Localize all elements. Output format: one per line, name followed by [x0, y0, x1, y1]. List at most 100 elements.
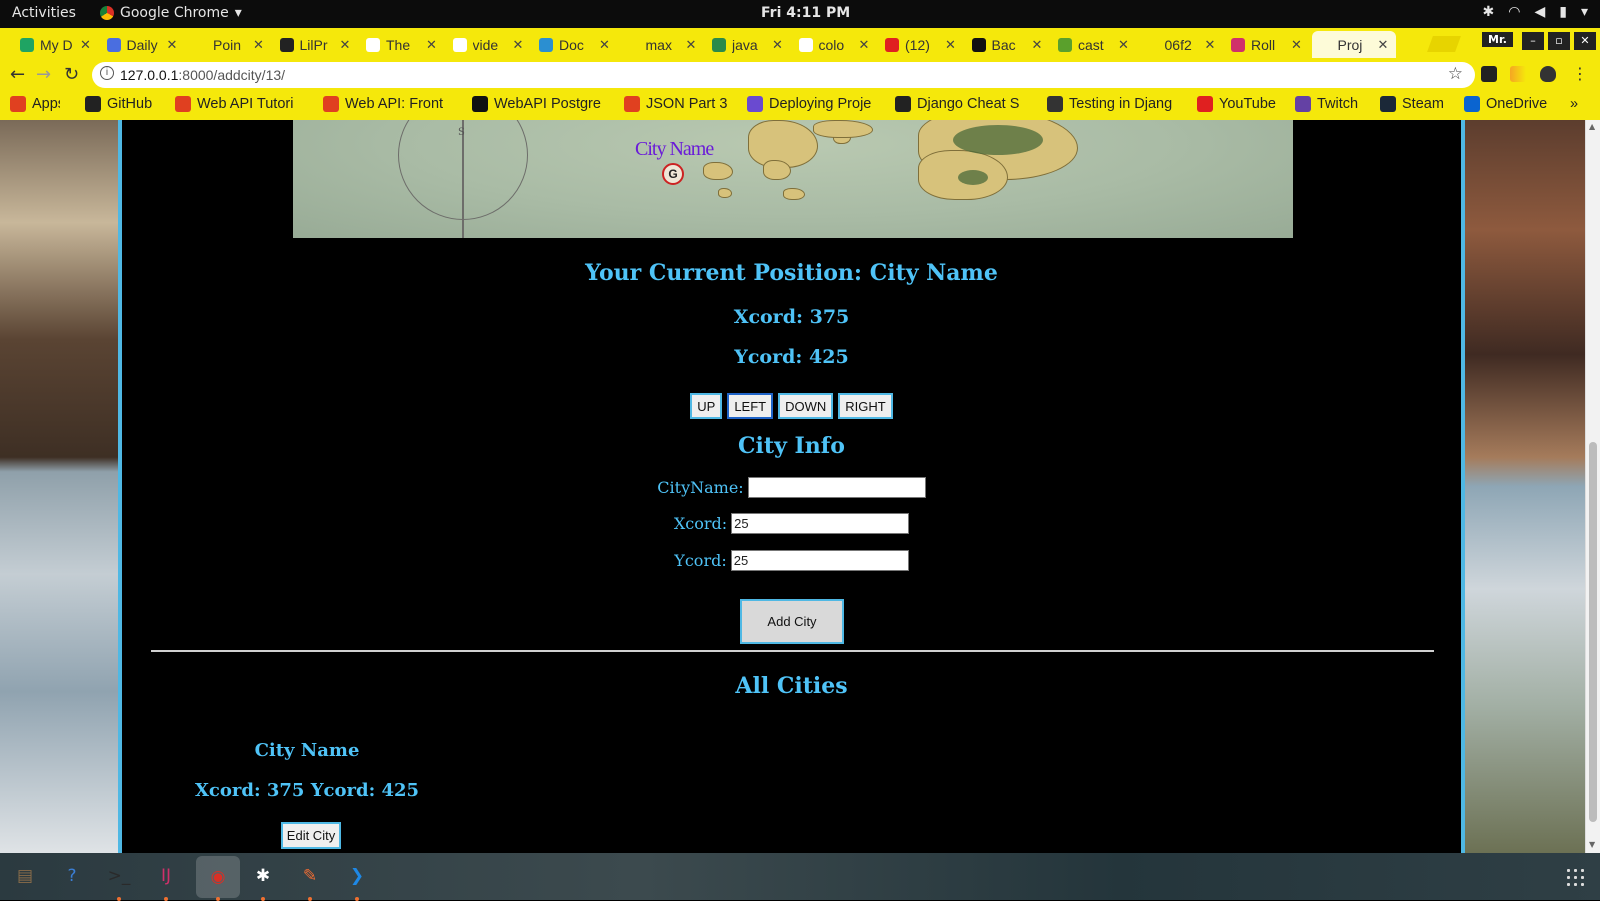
tab-close-icon[interactable]: ✕ — [772, 37, 783, 53]
tab-title: java — [732, 36, 758, 53]
bookmark-testing-in-djang[interactable]: Testing in Djang — [1047, 96, 1172, 112]
tab-13[interactable]: cast ✕ — [1052, 31, 1136, 58]
bookmark-apps[interactable]: Apps — [10, 96, 60, 112]
tab-close-icon[interactable]: ✕ — [1205, 37, 1216, 53]
tab-9[interactable]: java ✕ — [706, 31, 790, 58]
activities-button[interactable]: Activities — [12, 5, 76, 21]
postman-icon[interactable]: ✎ — [295, 861, 325, 891]
chevron-down-icon[interactable]: ▾ — [1581, 4, 1588, 20]
tab-12[interactable]: Bac ✕ — [966, 31, 1050, 58]
new-tab-button[interactable] — [1427, 36, 1461, 52]
tab-close-icon[interactable]: ✕ — [80, 37, 91, 53]
tab-close-icon[interactable]: ✕ — [599, 37, 610, 53]
bookmark-web-api-front[interactable]: Web API: Front — [323, 96, 443, 112]
background-image-right — [1465, 120, 1585, 853]
tab-16[interactable]: Proj ✕ — [1311, 31, 1396, 58]
bookmark-onedrive[interactable]: OneDrive — [1464, 96, 1547, 112]
page-icon — [625, 37, 640, 52]
edit-city-button[interactable]: Edit City — [281, 822, 341, 849]
clock[interactable]: Fri 4:11 PM — [761, 5, 850, 21]
scroll-up-icon[interactable]: ▲ — [1589, 122, 1595, 131]
tab-8[interactable]: max ✕ — [620, 31, 704, 58]
bookmark-webapi-postgre[interactable]: WebAPI Postgre — [472, 96, 601, 112]
tab-close-icon[interactable]: ✕ — [513, 37, 524, 53]
cityname-input[interactable] — [747, 477, 926, 498]
google-icon — [452, 37, 467, 52]
battery-icon[interactable]: ▮ — [1559, 4, 1567, 20]
more-bookmarks-icon[interactable]: » — [1570, 96, 1578, 112]
tab-2[interactable]: Daily ✕ — [101, 31, 185, 58]
site-info-icon[interactable]: i — [100, 66, 114, 80]
terminal-icon[interactable]: >_ — [104, 861, 134, 891]
tab-close-icon[interactable]: ✕ — [253, 37, 264, 53]
tab-close-icon[interactable]: ✕ — [686, 37, 697, 53]
back-arrow-icon[interactable]: ← — [10, 64, 25, 85]
shield-extension-icon[interactable] — [1540, 66, 1556, 82]
bookmark-json-part-3[interactable]: JSON Part 3 — [624, 96, 727, 112]
add-city-button[interactable]: Add City — [740, 599, 844, 644]
scroll-down-icon[interactable]: ▼ — [1589, 840, 1595, 849]
profile-button[interactable]: Mr. — [1482, 32, 1513, 47]
bookmark-twitch[interactable]: Twitch — [1295, 96, 1358, 112]
tab-1[interactable]: My D ✕ — [14, 31, 98, 58]
tab-close-icon[interactable]: ✕ — [1118, 37, 1129, 53]
show-applications-icon[interactable] — [1565, 867, 1585, 887]
tab-close-icon[interactable]: ✕ — [1378, 37, 1389, 53]
bookmark-github[interactable]: GitHub — [85, 96, 152, 112]
tab-close-icon[interactable]: ✕ — [167, 37, 178, 53]
tab-6[interactable]: vide ✕ — [447, 31, 531, 58]
move-left-button[interactable]: LEFT — [727, 393, 774, 419]
help-icon[interactable]: ? — [57, 861, 87, 891]
tab-5[interactable]: The ✕ — [360, 31, 444, 58]
slack-icon[interactable]: ✱ — [248, 861, 278, 891]
tab-15[interactable]: Roll ✕ — [1225, 31, 1309, 58]
tab-3[interactable]: Poin ✕ — [187, 31, 271, 58]
tab-14[interactable]: 06f2 ✕ — [1139, 31, 1223, 58]
extension-icon[interactable] — [1510, 66, 1526, 82]
bookmark-youtube[interactable]: YouTube — [1197, 96, 1276, 112]
chrome-icon[interactable]: ◉ — [196, 856, 240, 898]
bookmark-steam[interactable]: Steam — [1380, 96, 1444, 112]
printer-extension-icon[interactable] — [1481, 66, 1497, 82]
url-text[interactable]: 127.0.0.1:8000/addcity/13/ — [120, 67, 285, 83]
ycord-input[interactable] — [730, 550, 909, 571]
bookmark-deploying-proje[interactable]: Deploying Proje — [747, 96, 871, 112]
chrome-menu-icon[interactable]: ⋮ — [1572, 64, 1588, 83]
move-down-button[interactable]: DOWN — [778, 393, 834, 419]
forward-arrow-icon[interactable]: → — [36, 64, 51, 85]
system-tray[interactable]: ✱ ◠ ◀ ▮ ▾ — [1483, 4, 1588, 20]
tab-close-icon[interactable]: ✕ — [426, 37, 437, 53]
app-menu[interactable]: Google Chrome ▾ — [100, 5, 242, 21]
address-bar[interactable]: i 127.0.0.1:8000/addcity/13/ ☆ — [92, 62, 1475, 88]
minimize-icon[interactable]: – — [1522, 32, 1544, 50]
vscode-icon[interactable]: ❯ — [342, 861, 372, 891]
close-icon[interactable]: ✕ — [1574, 32, 1596, 50]
slack-tray-icon[interactable]: ✱ — [1483, 4, 1495, 20]
tab-close-icon[interactable]: ✕ — [340, 37, 351, 53]
volume-icon[interactable]: ◀ — [1534, 4, 1545, 20]
tab-10[interactable]: colo ✕ — [793, 31, 877, 58]
tab-close-icon[interactable]: ✕ — [859, 37, 870, 53]
page-scrollbar[interactable]: ▲ ▼ — [1585, 120, 1600, 853]
tab-4[interactable]: LilPr ✕ — [274, 31, 358, 58]
wifi-icon[interactable]: ◠ — [1508, 4, 1520, 20]
bookmark-star-icon[interactable]: ☆ — [1448, 64, 1463, 84]
tab-close-icon[interactable]: ✕ — [1032, 37, 1043, 53]
files-icon[interactable]: ▤ — [10, 861, 40, 891]
ycord-label: Ycord: — [674, 551, 727, 570]
tab-close-icon[interactable]: ✕ — [945, 37, 956, 53]
page-icon — [193, 37, 207, 52]
google-icon — [366, 37, 380, 52]
tab-7[interactable]: Doc ✕ — [533, 31, 617, 58]
xcord-input[interactable] — [731, 513, 910, 534]
bookmark-django-cheat-s[interactable]: Django Cheat S — [895, 96, 1019, 112]
tab-11[interactable]: (12) ✕ — [879, 31, 963, 58]
restore-icon[interactable]: ▫ — [1548, 32, 1570, 50]
tab-close-icon[interactable]: ✕ — [1291, 37, 1302, 53]
move-right-button[interactable]: RIGHT — [838, 393, 893, 419]
scrollbar-thumb[interactable] — [1589, 442, 1597, 822]
bookmark-web-api-tutori[interactable]: Web API Tutori — [175, 96, 293, 112]
move-up-button[interactable]: UP — [690, 393, 723, 419]
intellij-icon[interactable]: IJ — [151, 861, 181, 891]
reload-icon[interactable]: ↻ — [64, 64, 79, 85]
